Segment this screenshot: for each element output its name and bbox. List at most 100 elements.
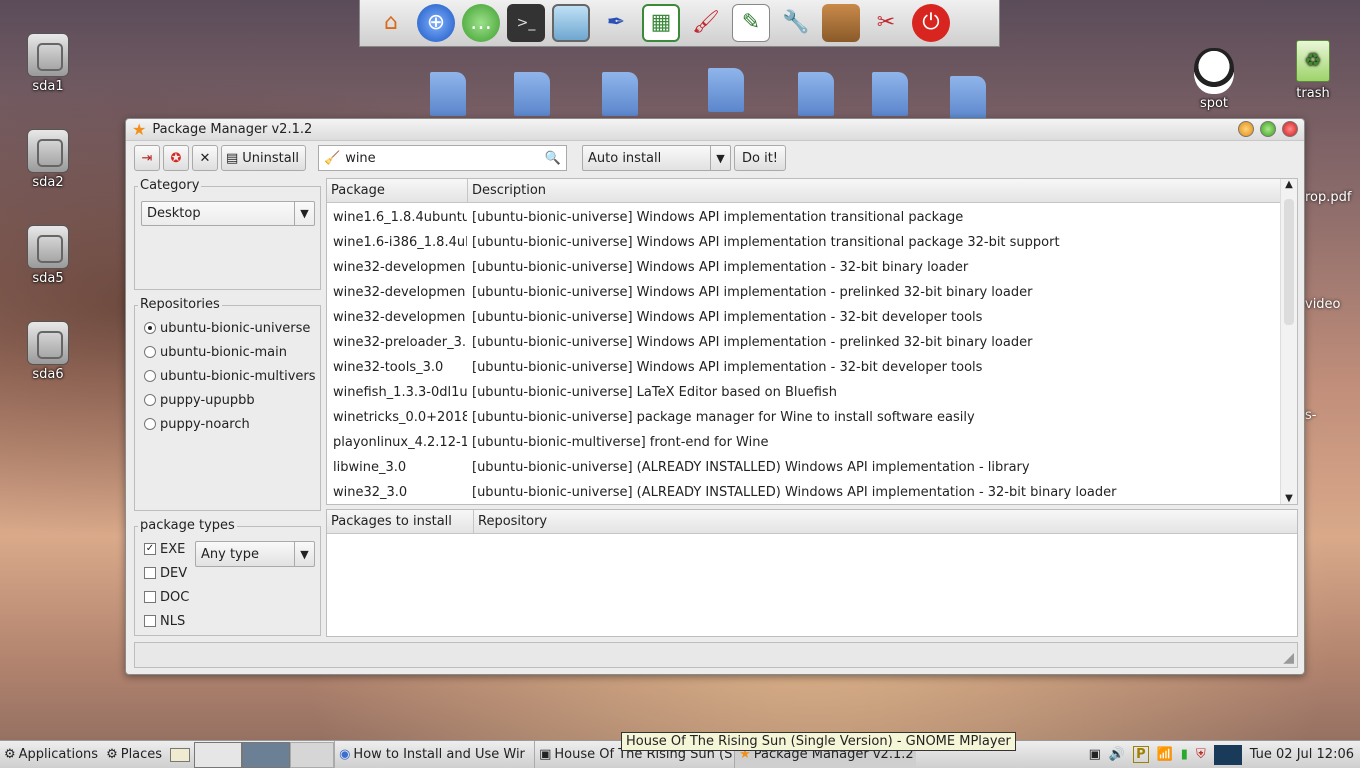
table-row[interactable]: winetricks_0.0+2018 [ubuntu-bionic-univer…	[327, 405, 1280, 430]
media-icon[interactable]: ▣	[1089, 747, 1101, 762]
quit-button[interactable]: ⇥	[134, 145, 160, 171]
uninstall-button[interactable]: ▤ Uninstall	[221, 145, 306, 171]
document-icon[interactable]	[602, 72, 638, 116]
document-icon[interactable]	[798, 72, 834, 116]
scroll-down-icon[interactable]: ▼	[1281, 493, 1297, 504]
radio[interactable]	[144, 394, 156, 406]
titlebar[interactable]: ★ Package Manager v2.1.2	[126, 119, 1304, 141]
package-icon[interactable]	[822, 4, 860, 42]
type-checkbox[interactable]: DOC	[135, 585, 320, 609]
workspace-1[interactable]	[194, 741, 243, 768]
repo-radio[interactable]: ubuntu-bionic-universe	[135, 316, 320, 340]
table-row[interactable]: libwine_3.0 [ubuntu-bionic-universe] (ALR…	[327, 455, 1280, 480]
type-select[interactable]: Any type ▼	[195, 541, 315, 567]
document-icon[interactable]	[950, 76, 986, 120]
chat-icon[interactable]: …	[462, 4, 500, 42]
table-row[interactable]: wine32-developmen [ubuntu-bionic-universe…	[327, 305, 1280, 330]
applications-menu[interactable]: ⚙ Applications	[0, 741, 102, 768]
table-row[interactable]: wine32-preloader_3. [ubuntu-bionic-univer…	[327, 330, 1280, 355]
places-menu[interactable]: ⚙ Places	[102, 741, 166, 768]
desktop-label-video[interactable]: video	[1305, 297, 1341, 312]
drive-sda6[interactable]: sda6	[18, 321, 78, 382]
table-row[interactable]: wine32_3.0 [ubuntu-bionic-universe] (ALRE…	[327, 480, 1280, 505]
workspace-3[interactable]	[290, 741, 335, 768]
radio[interactable]	[144, 346, 156, 358]
repo-radio[interactable]: ubuntu-bionic-multivers	[135, 364, 320, 388]
column-header-description[interactable]: Description	[468, 179, 1280, 202]
tools-icon[interactable]: ✂	[867, 4, 905, 42]
table-row[interactable]: wine32-developmen [ubuntu-bionic-universe…	[327, 280, 1280, 305]
chevron-down-icon[interactable]: ▼	[710, 146, 730, 170]
task-browser[interactable]: ◉ How to Install and Use Wir	[334, 741, 534, 768]
minimize-button[interactable]	[1238, 121, 1254, 137]
home-icon[interactable]: ⌂	[372, 4, 410, 42]
action-select[interactable]: Auto install ▼	[582, 145, 731, 171]
checkbox[interactable]	[144, 567, 156, 579]
table-row[interactable]: wine1.6_1.8.4ubuntu [ubuntu-bionic-univer…	[327, 205, 1280, 230]
maximize-button[interactable]	[1260, 121, 1276, 137]
cpu-graph-icon[interactable]	[1213, 744, 1242, 765]
monitor-icon[interactable]	[552, 4, 590, 42]
table-row[interactable]: playonlinux_4.2.12-1 [ubuntu-bionic-multi…	[327, 430, 1280, 455]
notepad-icon[interactable]: ✎	[732, 4, 770, 42]
power-icon[interactable]: ⏻	[912, 4, 950, 42]
battery-icon[interactable]: ▮	[1181, 747, 1188, 762]
desktop-label-s[interactable]: s-	[1305, 408, 1316, 423]
scroll-up-icon[interactable]: ▲	[1281, 179, 1297, 190]
spreadsheet-icon[interactable]: ▦	[642, 4, 680, 42]
gear-icon: ⚙	[106, 747, 118, 762]
vertical-scrollbar[interactable]: ▲ ▼	[1280, 179, 1297, 504]
paint-icon[interactable]: 🖌	[687, 4, 725, 42]
volume-icon[interactable]: 🔊	[1109, 747, 1125, 762]
search-icon[interactable]: 🔍	[545, 151, 561, 166]
clock[interactable]: Tue 02 Jul 12:06	[1246, 741, 1360, 768]
checkbox[interactable]	[144, 615, 156, 627]
drive-sda2[interactable]: sda2	[18, 129, 78, 190]
wrench-icon[interactable]: 🔧	[777, 4, 815, 42]
table-row[interactable]: winefish_1.3.3-0dl1u [ubuntu-bionic-unive…	[327, 380, 1280, 405]
type-checkbox[interactable]: NLS	[135, 609, 320, 633]
scrollbar-thumb[interactable]	[1284, 199, 1294, 325]
tooltip: House Of The Rising Sun (Single Version)…	[621, 732, 1016, 751]
table-row[interactable]: wine32-developmen [ubuntu-bionic-universe…	[327, 255, 1280, 280]
column-header-package[interactable]: Package	[327, 179, 468, 202]
doit-button[interactable]: Do it!	[734, 145, 786, 171]
globe-icon[interactable]: ⊕	[417, 4, 455, 42]
drive-sda5[interactable]: sda5	[18, 225, 78, 286]
repo-radio[interactable]: puppy-upupbb	[135, 388, 320, 412]
chevron-down-icon[interactable]: ▼	[294, 202, 314, 225]
document-icon[interactable]	[430, 72, 466, 116]
spot-icon-item[interactable]: spot	[1184, 48, 1244, 111]
workspace-2[interactable]	[242, 741, 291, 768]
drive-sda1[interactable]: sda1	[18, 33, 78, 94]
resize-grip-icon[interactable]: ◢	[1283, 650, 1294, 666]
repo-radio[interactable]: ubuntu-bionic-main	[135, 340, 320, 364]
checkbox-checked[interactable]: ✓	[144, 543, 156, 555]
wifi-icon[interactable]: 📶	[1157, 747, 1173, 762]
document-icon[interactable]	[872, 72, 908, 116]
shield-icon[interactable]: ⛨	[1196, 747, 1206, 762]
pen-icon[interactable]: ✒	[597, 4, 635, 42]
show-desktop-button[interactable]	[166, 741, 194, 768]
column-header-packages-to-install[interactable]: Packages to install	[327, 510, 474, 533]
table-row[interactable]: wine1.6-i386_1.8.4ul [ubuntu-bionic-unive…	[327, 230, 1280, 255]
category-select[interactable]: Desktop ▼	[141, 201, 315, 226]
desktop-label-pdf[interactable]: rop.pdf	[1305, 190, 1351, 205]
close-button[interactable]	[1282, 121, 1298, 137]
radio-selected[interactable]	[144, 322, 156, 334]
help-button[interactable]: ✪	[163, 145, 189, 171]
document-icon[interactable]	[708, 68, 744, 112]
checkbox[interactable]	[144, 591, 156, 603]
column-header-repository[interactable]: Repository	[474, 510, 1297, 533]
repo-radio[interactable]: puppy-noarch	[135, 412, 320, 436]
chevron-down-icon[interactable]: ▼	[294, 542, 314, 566]
settings-button[interactable]: ✕	[192, 145, 218, 171]
trash-icon-item[interactable]: ♻ trash	[1283, 40, 1343, 101]
search-input[interactable]: 🧹 wine 🔍	[318, 145, 567, 171]
radio[interactable]	[144, 370, 156, 382]
terminal-icon[interactable]: >_	[507, 4, 545, 42]
table-row[interactable]: wine32-tools_3.0 [ubuntu-bionic-universe]…	[327, 355, 1280, 380]
p-icon[interactable]: P	[1133, 746, 1149, 763]
document-icon[interactable]	[514, 72, 550, 116]
radio[interactable]	[144, 418, 156, 430]
